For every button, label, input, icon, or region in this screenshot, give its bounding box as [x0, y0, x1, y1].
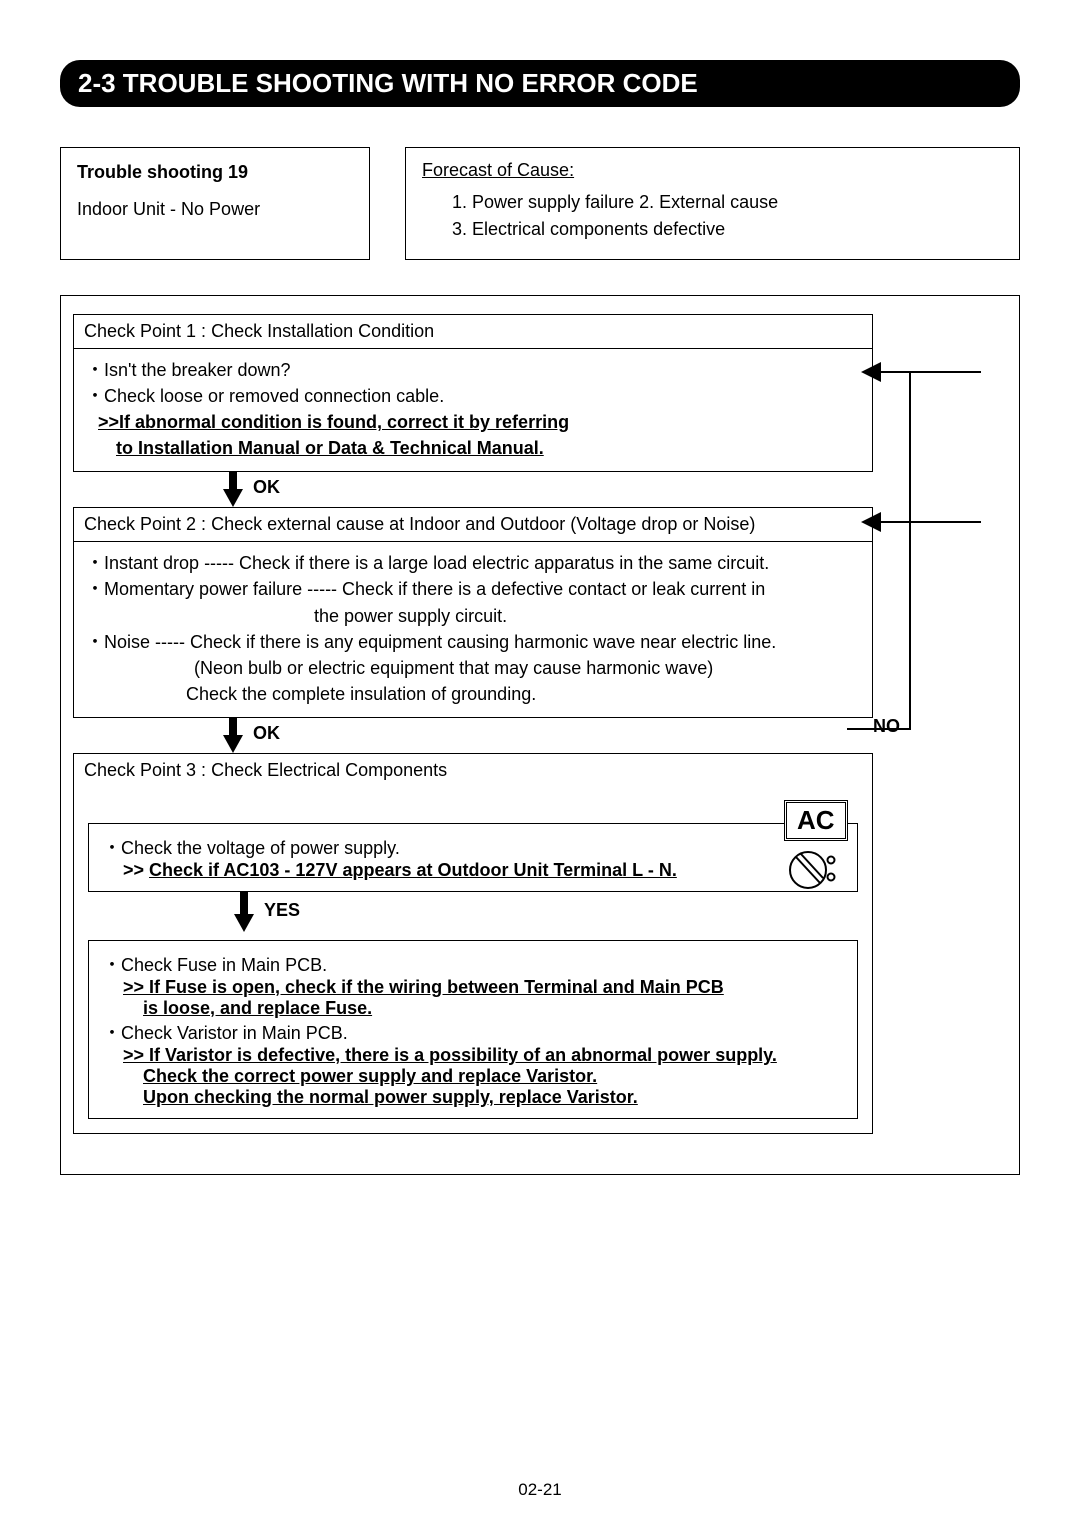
cp3-sub2-bullet: Check Varistor in Main PCB. [101, 1019, 845, 1045]
cp3-sub2-action: Upon checking the normal power supply, r… [101, 1087, 845, 1108]
checkpoint-2: Check Point 2 : Check external cause at … [73, 507, 873, 718]
chevron: >> [123, 860, 149, 880]
cp1-action: >>If abnormal condition is found, correc… [84, 409, 862, 435]
cp3-sub2-action: >> If Fuse is open, check if the wiring … [101, 977, 845, 998]
ts-unit: Indoor Unit - No Power [77, 199, 353, 220]
cp3-sub2-bullet: Check Fuse in Main PCB. [101, 951, 845, 977]
connector-ok-1: OK [73, 472, 873, 507]
cp3-header: Check Point 3 : Check Electrical Compone… [74, 754, 872, 787]
forecast-items: 1. Power supply failure 2. External caus… [422, 189, 1003, 243]
flow-line [909, 371, 911, 730]
arrow-down-icon [234, 914, 254, 932]
forecast-title: Forecast of Cause: [422, 160, 1003, 181]
ok-label: OK [253, 477, 280, 498]
outlet-icon [788, 845, 838, 895]
section-title: 2-3 TROUBLE SHOOTING WITH NO ERROR CODE [60, 60, 1020, 107]
arrow-left-icon [861, 512, 881, 532]
page-number: 02-21 [0, 1480, 1080, 1500]
forecast-box: Forecast of Cause: 1. Power supply failu… [405, 147, 1020, 260]
troubleshoot-box: Trouble shooting 19 Indoor Unit - No Pow… [60, 147, 370, 260]
cp2-bullet-cont: Check the complete insulation of groundi… [84, 681, 862, 707]
cp3-sub2: Check Fuse in Main PCB. >> If Fuse is op… [88, 940, 858, 1119]
yes-label: YES [264, 900, 300, 921]
cp2-bullet: Momentary power failure ----- Check if t… [84, 576, 862, 602]
cp3-sub1-bullet: Check the voltage of power supply. [101, 834, 845, 860]
checkpoint-1: Check Point 1 : Check Installation Condi… [73, 314, 873, 472]
ts-number: Trouble shooting 19 [77, 162, 353, 183]
arrow-down-icon [223, 735, 243, 753]
no-label: NO [873, 716, 900, 737]
cp1-bullet: Check loose or removed connection cable. [84, 383, 862, 409]
cp2-body: Instant drop ----- Check if there is a l… [74, 542, 872, 717]
ac-label: AC [784, 800, 848, 841]
cp3-sub1: AC Check the voltage of power supply. >>… [88, 823, 858, 892]
cp1-body: Isn't the breaker down? Check loose or r… [74, 349, 872, 471]
forecast-line: 3. Electrical components defective [452, 216, 1003, 243]
cp1-action: to Installation Manual or Data & Technic… [84, 435, 862, 461]
cp2-bullet-cont: the power supply circuit. [84, 603, 862, 629]
cp1-bullet: Isn't the breaker down? [84, 357, 862, 383]
cp3-sub2-action: >> If Varistor is defective, there is a … [101, 1045, 845, 1066]
arrow-down-icon [223, 489, 243, 507]
cp3-sub1-action: Check if AC103 - 127V appears at Outdoor… [149, 860, 677, 880]
cp2-bullet: Instant drop ----- Check if there is a l… [84, 550, 862, 576]
ok-label: OK [253, 723, 280, 744]
ac-group: AC [784, 800, 848, 895]
cp2-header: Check Point 2 : Check external cause at … [74, 508, 872, 542]
cp1-header: Check Point 1 : Check Installation Condi… [74, 315, 872, 349]
arrow-left-icon [861, 362, 881, 382]
cp3-sub2-action: Check the correct power supply and repla… [101, 1066, 845, 1087]
cp3-sub2-action: is loose, and replace Fuse. [101, 998, 845, 1019]
connector-ok-2: OK [73, 718, 873, 753]
forecast-line: 1. Power supply failure 2. External caus… [452, 189, 1003, 216]
checkpoint-3: Check Point 3 : Check Electrical Compone… [73, 753, 873, 1134]
connector-yes: YES [74, 892, 874, 932]
flow-chart: Check Point 1 : Check Installation Condi… [60, 295, 1020, 1175]
cp2-bullet-cont: (Neon bulb or electric equipment that ma… [84, 655, 862, 681]
cp2-bullet: Noise ----- Check if there is any equipm… [84, 629, 862, 655]
top-row: Trouble shooting 19 Indoor Unit - No Pow… [60, 147, 1020, 260]
